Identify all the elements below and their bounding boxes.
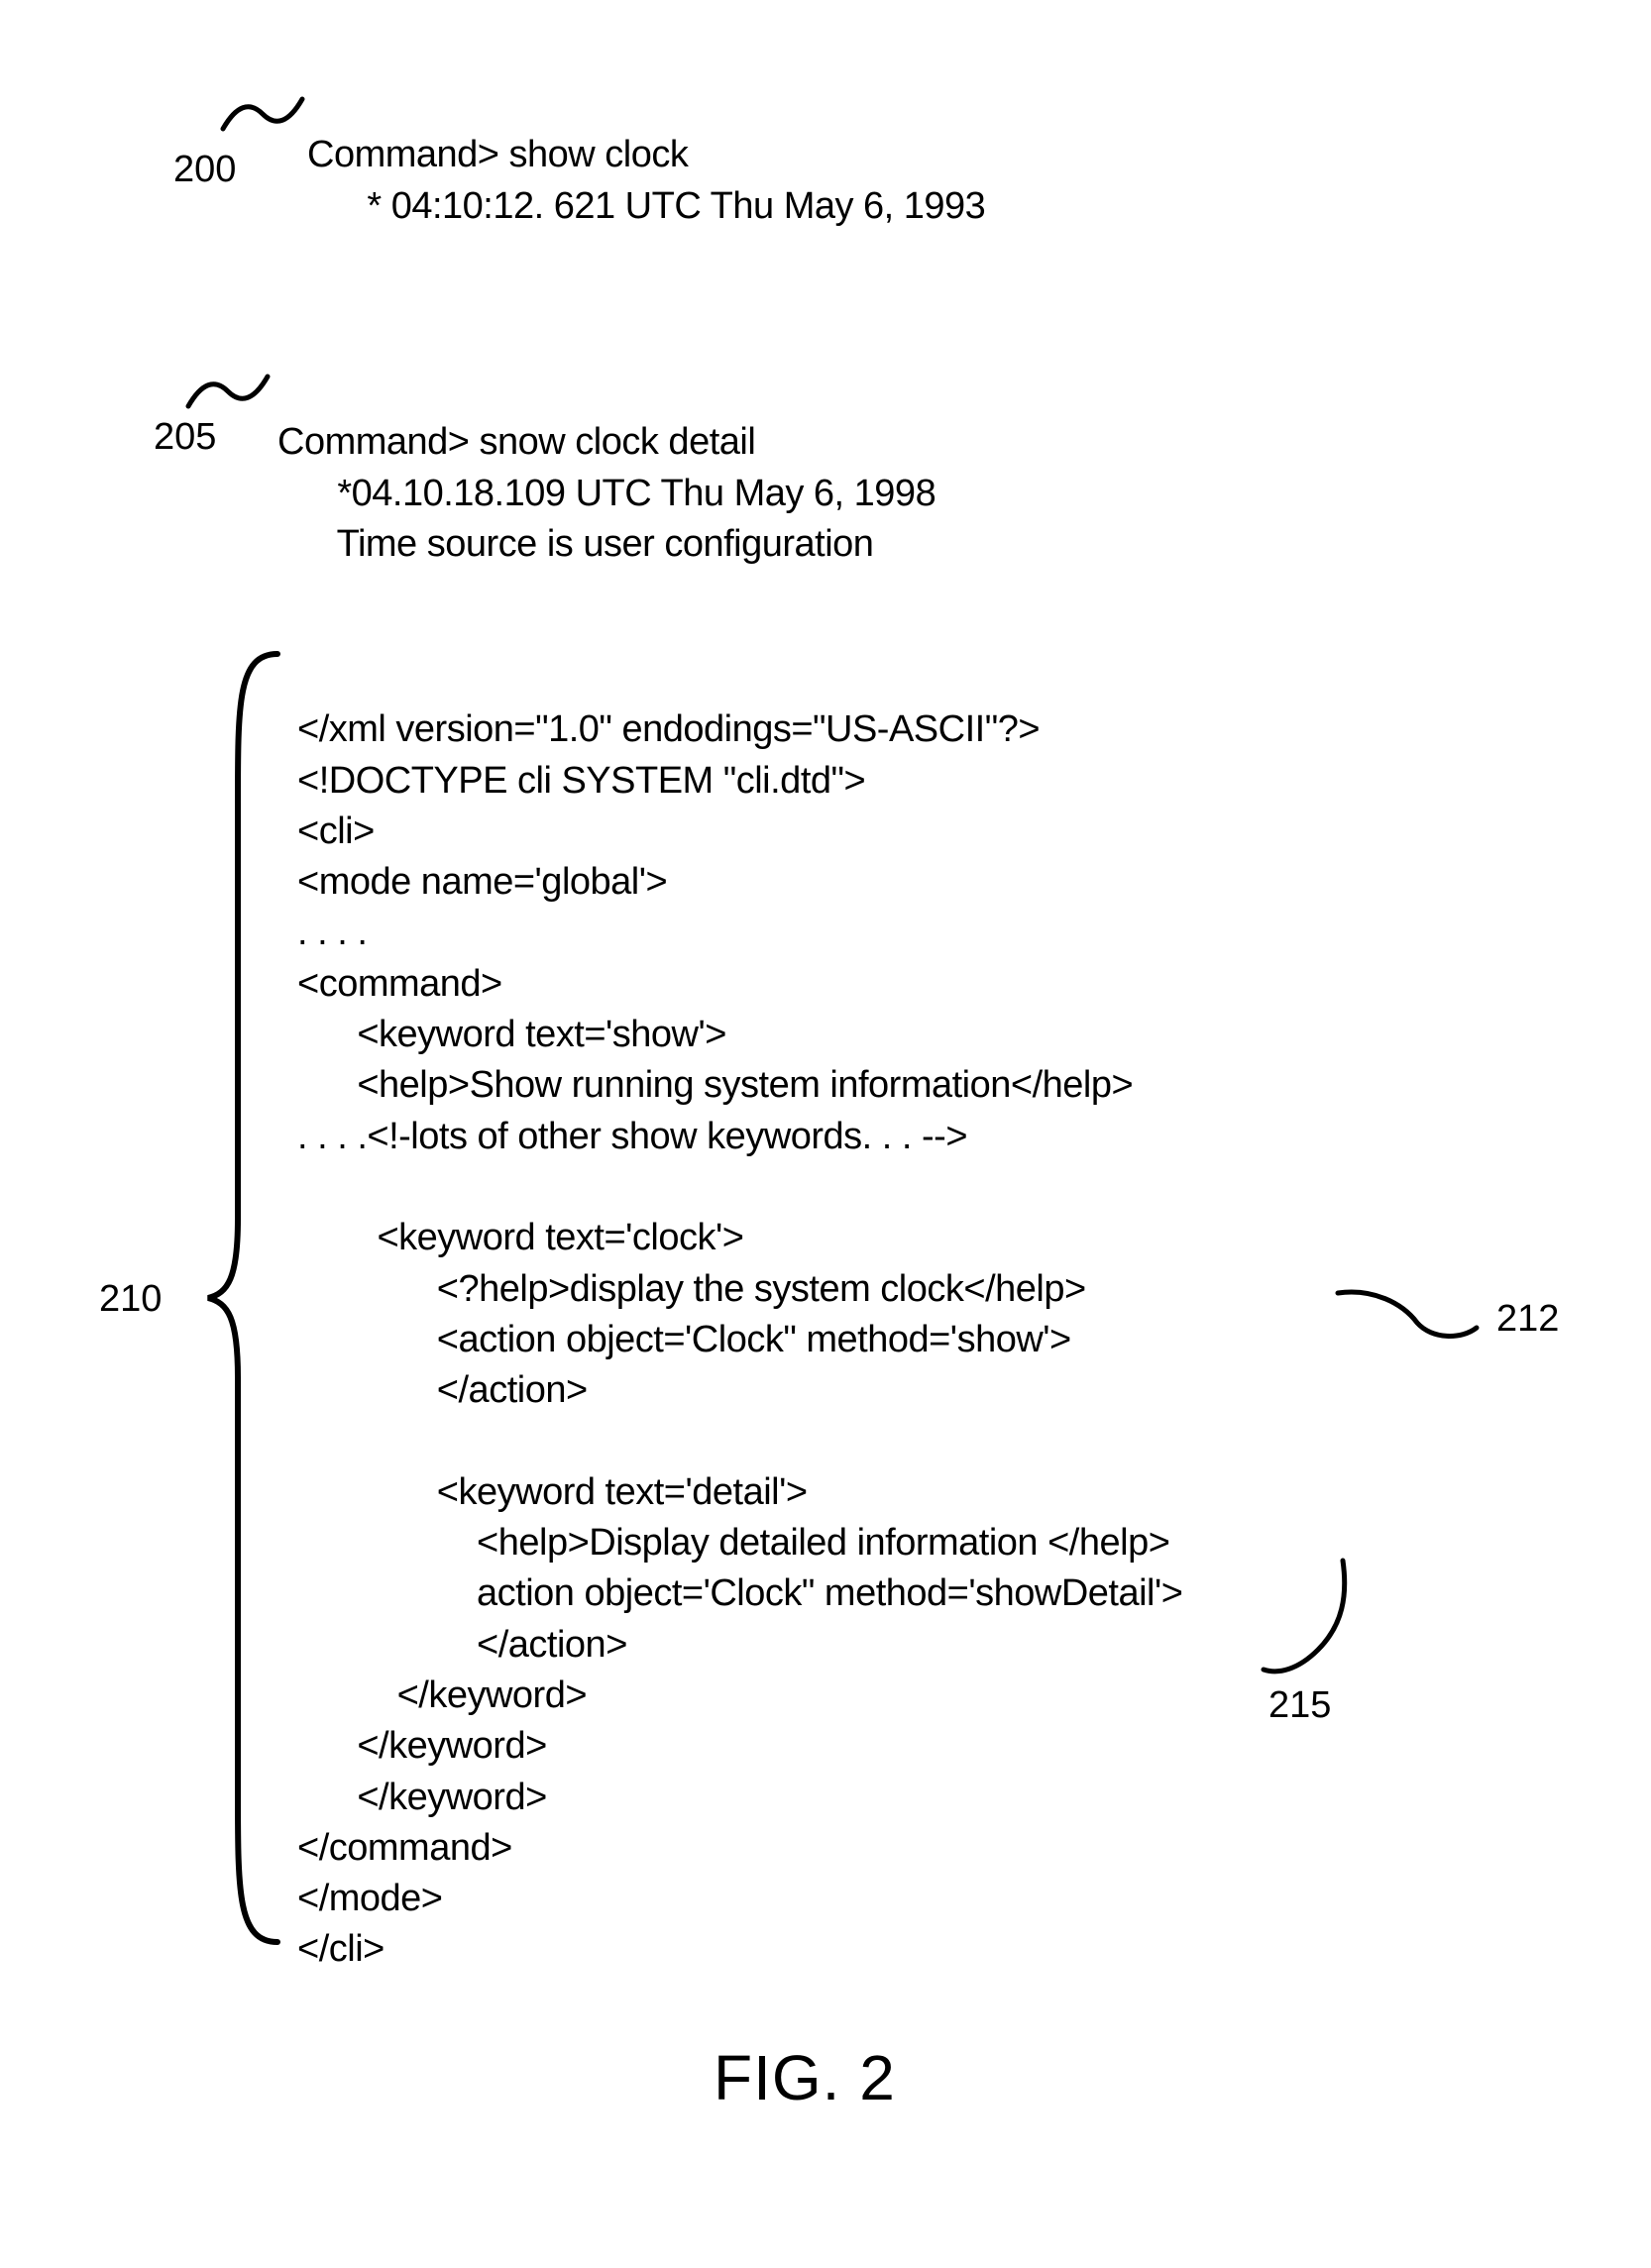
xml-l16: <keyword text='detail'> — [297, 1471, 808, 1513]
xml-block-210: </xml version="1.0" endodings="US-ASCII"… — [297, 654, 1182, 1976]
leader-200 — [218, 89, 307, 139]
cmd205-l2: *04.10.18.109 UTC Thu May 6, 1998 — [277, 473, 936, 514]
xml-l25: </cli> — [297, 1928, 385, 1970]
xml-l12: <?help>display the system clock</help> — [297, 1268, 1086, 1310]
xml-l19: </action> — [297, 1624, 627, 1666]
leader-205 — [183, 367, 273, 416]
ref-205: 205 — [154, 416, 216, 459]
cmd-line-2: * 04:10:12. 621 UTC Thu May 6, 1993 — [307, 185, 985, 227]
xml-l05: . . . . — [297, 912, 367, 953]
brace-210 — [198, 644, 287, 1952]
xml-l03: <cli> — [297, 810, 375, 852]
ref-215: 215 — [1268, 1684, 1331, 1727]
ref-210: 210 — [99, 1278, 162, 1321]
xml-l18: action object='Clock" method='showDetail… — [297, 1572, 1182, 1614]
leader-215 — [1249, 1556, 1358, 1684]
xml-l24: </mode> — [297, 1878, 443, 1919]
cmd-line-1: Command> show clock — [307, 134, 688, 175]
figure-page: Command> show clock * 04:10:12. 621 UTC … — [0, 0, 1651, 2268]
xml-l04: <mode name='global'> — [297, 861, 667, 903]
figure-caption: FIG. 2 — [714, 2041, 896, 2114]
xml-l22: </keyword> — [297, 1777, 547, 1818]
xml-l02: <!DOCTYPE cli SYSTEM "cli.dtd"> — [297, 760, 865, 802]
xml-l23: </command> — [297, 1827, 512, 1869]
xml-l08: <help>Show running system information</h… — [297, 1064, 1133, 1106]
xml-l01: </xml version="1.0" endodings="US-ASCII"… — [297, 708, 1040, 750]
xml-l07: <keyword text='show'> — [297, 1014, 726, 1055]
ref-212: 212 — [1496, 1298, 1559, 1341]
xml-l17: <help>Display detailed information </hel… — [297, 1522, 1169, 1564]
xml-l14: </action> — [297, 1369, 588, 1411]
xml-l13: <action object='Clock" method='show'> — [297, 1319, 1071, 1360]
xml-l09: . . . .<!-lots of other show keywords. .… — [297, 1116, 967, 1157]
cmd205-l1: Command> snow clock detail — [277, 421, 755, 463]
xml-l21: </keyword> — [297, 1725, 547, 1767]
xml-l06: <command> — [297, 963, 502, 1005]
xml-l11: <keyword text='clock'> — [297, 1217, 743, 1258]
block-200: Command> show clock * 04:10:12. 621 UTC … — [307, 79, 985, 232]
ref-200: 200 — [173, 149, 236, 191]
xml-l20: </keyword> — [297, 1674, 587, 1716]
leader-212 — [1333, 1278, 1482, 1348]
cmd205-l3: Time source is user configuration — [277, 523, 873, 565]
block-205: Command> snow clock detail *04.10.18.109… — [277, 367, 936, 570]
